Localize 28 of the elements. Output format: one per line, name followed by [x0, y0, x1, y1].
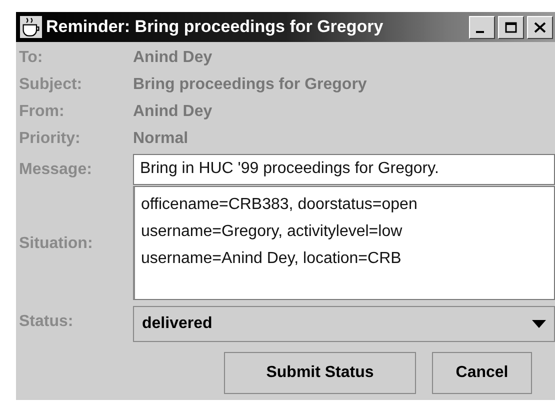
- caret-icon: [532, 320, 546, 328]
- field-label: Message:: [18, 160, 93, 180]
- situation-line: username=Anind Dey, location=CRB: [141, 249, 402, 269]
- situation-line: username=Gregory, activitylevel=low: [141, 222, 404, 242]
- situation-line: officename=CRB383, doorstatus=open: [141, 195, 418, 215]
- field-label: Situation:: [18, 234, 94, 254]
- field-label: Priority:: [18, 129, 82, 149]
- message-field[interactable]: Bring in HUC '99 proceedings for Gregory.: [133, 154, 555, 185]
- window-title: Reminder: Bring proceedings for Gregory: [46, 17, 384, 37]
- coffee-cup-icon: [20, 16, 42, 38]
- minimize-button[interactable]: [469, 16, 495, 38]
- field-value: Anind Dey: [133, 48, 214, 68]
- field-label: Status:: [18, 312, 74, 332]
- submit-button[interactable]: Submit Status: [224, 352, 416, 394]
- field-value: Anind Dey: [133, 102, 214, 122]
- field-label: To:: [18, 48, 44, 68]
- situation-text-area[interactable]: officename=CRB383, doorstatus=open username=Gregory, activitylevel=low username=Anind Dey, location=CRB: [133, 186, 555, 300]
- close-button[interactable]: [527, 16, 553, 38]
- field-value: Normal: [133, 129, 190, 149]
- field-label: Subject:: [18, 75, 84, 95]
- cancel-button[interactable]: Cancel: [432, 352, 532, 394]
- maximize-icon: [503, 20, 519, 34]
- close-icon: [532, 20, 548, 34]
- field-label: From:: [18, 102, 66, 122]
- field-value: Bring proceedings for Gregory: [133, 75, 368, 95]
- maximize-button[interactable]: [498, 16, 524, 38]
- minimize-icon: [476, 31, 484, 33]
- status-dropdown[interactable]: delivered: [133, 306, 555, 342]
